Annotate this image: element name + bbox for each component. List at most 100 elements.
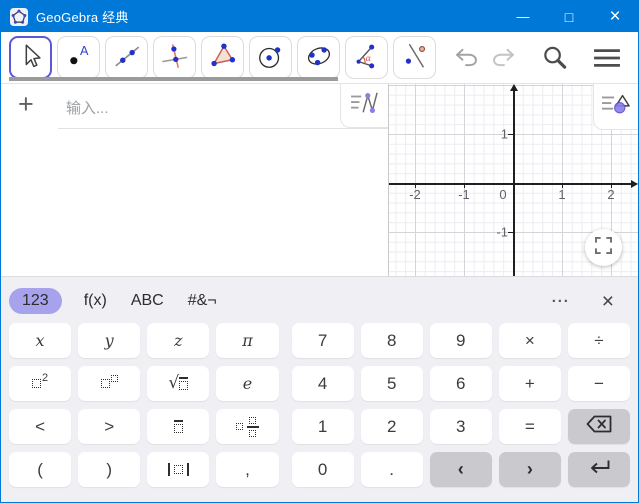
key-enter[interactable] [567,452,630,487]
window-controls: — □ × [500,1,638,32]
key-3[interactable]: 3 [429,409,492,444]
key-absolute-value[interactable] [147,452,210,487]
fullscreen-button[interactable] [585,229,622,266]
key-equals[interactable]: = [498,409,561,444]
circle-tool-button[interactable] [249,36,292,79]
key-pi[interactable]: π [216,323,279,358]
key-9[interactable]: 9 [429,323,492,358]
radicand-slot [179,381,189,390]
key-power[interactable] [78,366,141,401]
cursor-left-icon: ‹ [457,459,464,479]
perpendicular-line-icon [160,41,190,74]
key-backspace[interactable] [567,409,630,444]
keyboard-close-icon[interactable]: × [602,291,614,312]
key-plus[interactable]: + [498,366,561,401]
y-tick [508,231,514,233]
key-e[interactable]: e [216,366,279,401]
mixed-fraction-icon [235,416,259,437]
key-x[interactable]: x [9,323,72,358]
input-slot [32,379,41,388]
title-bar: GeoGebra 经典 — □ × [1,1,638,32]
keyboard-left-group: x y z π 2 √ e < > () , [9,323,279,487]
key-2[interactable]: 2 [360,409,423,444]
algebra-style-button[interactable] [340,84,388,128]
x-tick-label: 2 [607,187,615,202]
x-tick-label: 1 [558,187,566,202]
close-button[interactable]: × [592,1,638,32]
graphics-style-button[interactable] [593,84,638,130]
key-sqrt[interactable]: √ [147,366,210,401]
add-input-icon[interactable]: + [18,89,34,120]
key-decimal-point[interactable]: . [360,452,423,487]
key-z[interactable]: z [147,323,210,358]
graphics-view[interactable]: -2 -1 0 1 2 1 -1 [389,84,638,276]
key-5[interactable]: 5 [360,366,423,401]
key-cursor-left[interactable]: ‹ [429,452,492,487]
angle-icon: α [352,41,382,74]
reflection-tool-button[interactable] [393,36,436,79]
circle-icon [256,41,286,74]
key-greater-than[interactable]: > [78,409,141,444]
key-1[interactable]: 1 [291,409,354,444]
key-square[interactable]: 2 [9,366,72,401]
search-icon[interactable] [541,44,568,71]
exponent-slot [110,374,118,382]
y-axis [513,89,515,276]
main-content: + 输入... -2 -1 0 1 2 1 -1 [1,84,638,276]
x-axis [389,183,633,185]
cursor-right-icon: › [526,459,533,479]
geogebra-logo-icon [10,7,28,26]
key-close-paren[interactable]: ) [78,452,141,487]
input-slot [100,379,110,388]
tab-symbols[interactable]: #&¬ [186,288,219,314]
keyboard-keys: x y z π 2 √ e < > () , 7 8 9 × ÷ 4 5 6 … [9,323,630,487]
conic-tool-button[interactable] [297,36,340,79]
tab-123[interactable]: 123 [9,288,62,314]
key-4[interactable]: 4 [291,366,354,401]
maximize-button[interactable]: □ [546,1,592,32]
keyboard-more-icon[interactable]: ··· [552,293,570,310]
key-multiply[interactable]: × [498,323,561,358]
key-recurring-decimal[interactable] [147,409,210,444]
key-mixed-fraction[interactable] [216,409,279,444]
redo-icon[interactable] [490,46,517,69]
tab-fx[interactable]: f(x) [82,288,109,314]
angle-tool-button[interactable]: α [345,36,388,79]
menu-icon[interactable] [592,46,622,70]
key-comma[interactable]: , [216,452,279,487]
toolbar-scrollbar[interactable] [9,77,338,81]
key-less-than[interactable]: < [9,409,72,444]
key-minus[interactable]: − [567,366,630,401]
y-tick [508,133,514,135]
point-tool-button[interactable]: A [57,36,100,79]
key-6[interactable]: 6 [429,366,492,401]
undo-icon[interactable] [453,46,480,69]
perpendicular-line-tool-button[interactable] [153,36,196,79]
key-y[interactable]: y [78,323,141,358]
key-0[interactable]: 0 [291,452,354,487]
move-cursor-icon [16,41,46,74]
enter-icon [587,459,611,480]
backspace-icon [586,415,612,438]
line-icon [112,41,142,74]
conic-ellipse-icon [304,41,334,74]
move-tool-button[interactable] [9,36,52,79]
algebra-input-row[interactable]: + 输入... [1,84,388,129]
y-axis-arrow [509,84,518,91]
x-tick-label: -1 [458,187,470,202]
toolbar-actions [453,44,622,71]
line-tool-button[interactable] [105,36,148,79]
algebra-input-placeholder[interactable]: 输入... [66,97,109,118]
polygon-tool-button[interactable] [201,36,244,79]
key-cursor-right[interactable]: › [498,452,561,487]
key-7[interactable]: 7 [291,323,354,358]
point-icon: A [64,41,94,74]
key-divide[interactable]: ÷ [567,323,630,358]
svg-text:α: α [365,54,371,63]
reflection-icon [400,41,430,74]
key-open-paren[interactable]: ( [9,452,72,487]
tab-abc[interactable]: ABC [129,288,166,314]
key-8[interactable]: 8 [360,323,423,358]
tool-buttons: A α [9,36,436,79]
minimize-button[interactable]: — [500,1,546,32]
